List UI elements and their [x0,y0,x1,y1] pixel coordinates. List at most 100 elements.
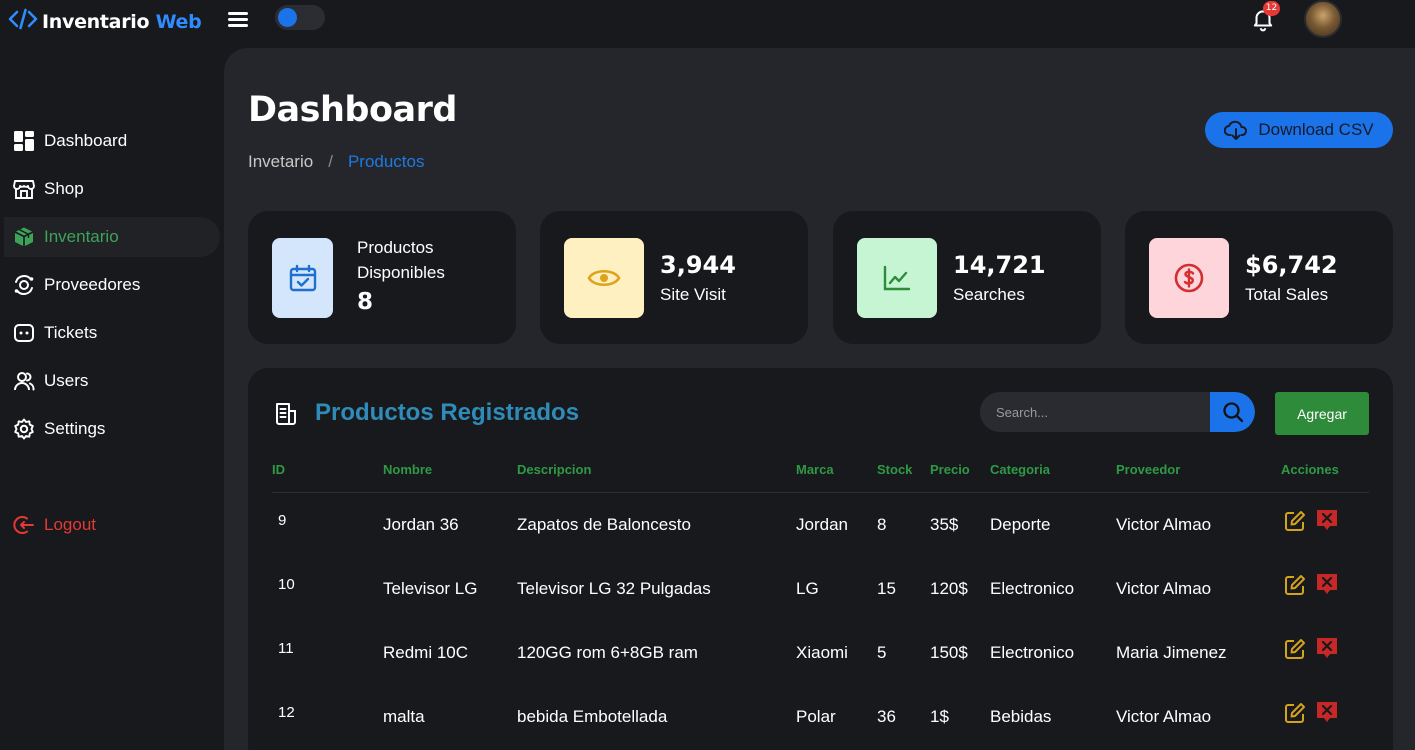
theme-toggle[interactable] [275,5,325,30]
cell-nombre: Televisor LG [383,579,478,598]
cell-precio: 120$ [930,579,968,598]
dollar-icon [1149,238,1229,318]
cell-marca: Polar [796,707,836,726]
stat-value: $6,742 [1245,251,1338,279]
notification-badge: 12 [1263,1,1280,16]
sidebar-item-label: Settings [44,419,106,438]
breadcrumb-current[interactable]: Productos [348,152,425,172]
download-csv-button[interactable]: Download CSV [1205,112,1393,148]
cell-precio: 35$ [930,515,959,534]
sidebar-item-users[interactable]: Users [0,361,220,401]
delete-icon[interactable] [1316,509,1338,531]
breadcrumb: Invetario / Productos [248,152,424,172]
sidebar-item-label: Inventario [44,227,119,246]
users-icon [12,369,36,393]
search-button[interactable] [1210,392,1255,432]
search-input[interactable] [980,392,1210,432]
column-header-marca: Marca [796,462,834,477]
cell-marca: Jordan [796,515,848,534]
top-bar: Inventario Web 12 [0,0,1415,48]
dashboard-icon [12,129,36,153]
logout-icon [12,513,36,537]
cell-stock: 15 [877,579,896,598]
sidebar-item-inventario[interactable]: Inventario [4,217,220,257]
document-list-icon [274,402,298,430]
delete-icon[interactable] [1316,637,1338,659]
sidebar-item-label: Dashboard [44,131,128,150]
cell-proveedor: Victor Almao [1116,579,1212,598]
edit-icon[interactable] [1284,574,1306,596]
cell-descripcion: Zapatos de Baloncesto [517,515,691,534]
sidebar-item-label: Shop [44,179,84,198]
stat-value: 3,944 [660,251,736,279]
cell-precio: 1$ [930,707,949,726]
chart-line-icon [857,238,937,318]
cell-stock: 8 [877,515,887,534]
cell-precio: 150$ [930,643,968,662]
add-product-button[interactable]: Agregar [1275,392,1369,435]
cell-descripcion: bebida Embotellada [517,707,668,726]
search-icon [1222,402,1243,423]
cell-categoria: Electronico [990,643,1075,662]
cell-proveedor: Victor Almao [1116,707,1212,726]
app-logo[interactable]: Inventario Web [8,8,202,36]
cell-id: 9 [278,512,287,529]
sidebar-item-settings[interactable]: Settings [0,409,220,449]
column-header-categoria: Categoria [990,462,1050,477]
header-divider [272,492,1369,493]
cell-categoria: Deporte [990,515,1051,534]
column-header-id: ID [272,462,285,477]
cell-descripcion: Televisor LG 32 Pulgadas [517,579,711,598]
column-header-acciones: Acciones [1281,462,1339,477]
breadcrumb-item[interactable]: Invetario [248,152,313,172]
logout-label: Logout [44,515,96,534]
sidebar-item-label: Users [44,371,89,390]
cell-stock: 36 [877,707,896,726]
stat-value: 8 [357,289,374,315]
gear-icon [12,417,36,441]
cell-nombre: malta [383,707,425,726]
ticket-icon [12,321,36,345]
column-header-proveedor: Proveedor [1116,462,1181,477]
delete-icon[interactable] [1316,573,1338,595]
stat-card-total-sales: $6,742 Total Sales [1125,211,1393,344]
toggle-knob [278,8,297,27]
avatar[interactable] [1304,0,1342,38]
eye-icon [564,238,644,318]
search-box [980,392,1255,432]
sidebar-item-tickets[interactable]: Tickets [0,313,220,353]
breadcrumb-separator: / [328,152,333,171]
products-title: Productos Registrados [315,399,580,426]
download-csv-label: Download CSV [1258,120,1374,139]
edit-icon[interactable] [1284,702,1306,724]
cell-marca: LG [796,579,819,598]
menu-icon[interactable] [228,12,248,28]
sidebar-item-label: Proveedores [44,275,141,294]
cell-stock: 5 [877,643,887,662]
edit-icon[interactable] [1284,510,1306,532]
sidebar-item-proveedores[interactable]: Proveedores [0,265,220,305]
sidebar-item-dashboard[interactable]: Dashboard [0,121,220,161]
cell-marca: Xiaomi [796,643,848,662]
stat-label: Site Visit [660,285,726,304]
calendar-check-icon [272,238,333,318]
sidebar: Dashboard Shop Inventario Proveedores Ti… [0,48,224,750]
cell-categoria: Bebidas [990,707,1052,726]
shop-icon [12,177,36,201]
sidebar-item-label: Tickets [44,323,98,342]
edit-icon[interactable] [1284,638,1306,660]
delete-icon[interactable] [1316,701,1338,723]
cell-proveedor: Maria Jimenez [1116,643,1227,662]
cell-categoria: Electronico [990,579,1075,598]
cell-id: 10 [278,576,295,593]
cell-nombre: Redmi 10C [383,643,469,662]
stat-label: Total Sales [1245,285,1329,304]
cell-descripcion: 120GG rom 6+8GB ram [517,643,698,662]
providers-icon [12,273,36,297]
cell-proveedor: Victor Almao [1116,515,1212,534]
sidebar-item-shop[interactable]: Shop [0,169,220,209]
column-header-nombre: Nombre [383,462,433,477]
stat-label: Productos Disponibles [357,238,445,282]
app-name: Inventario Web [42,11,202,33]
logout-button[interactable]: Logout [0,505,220,545]
